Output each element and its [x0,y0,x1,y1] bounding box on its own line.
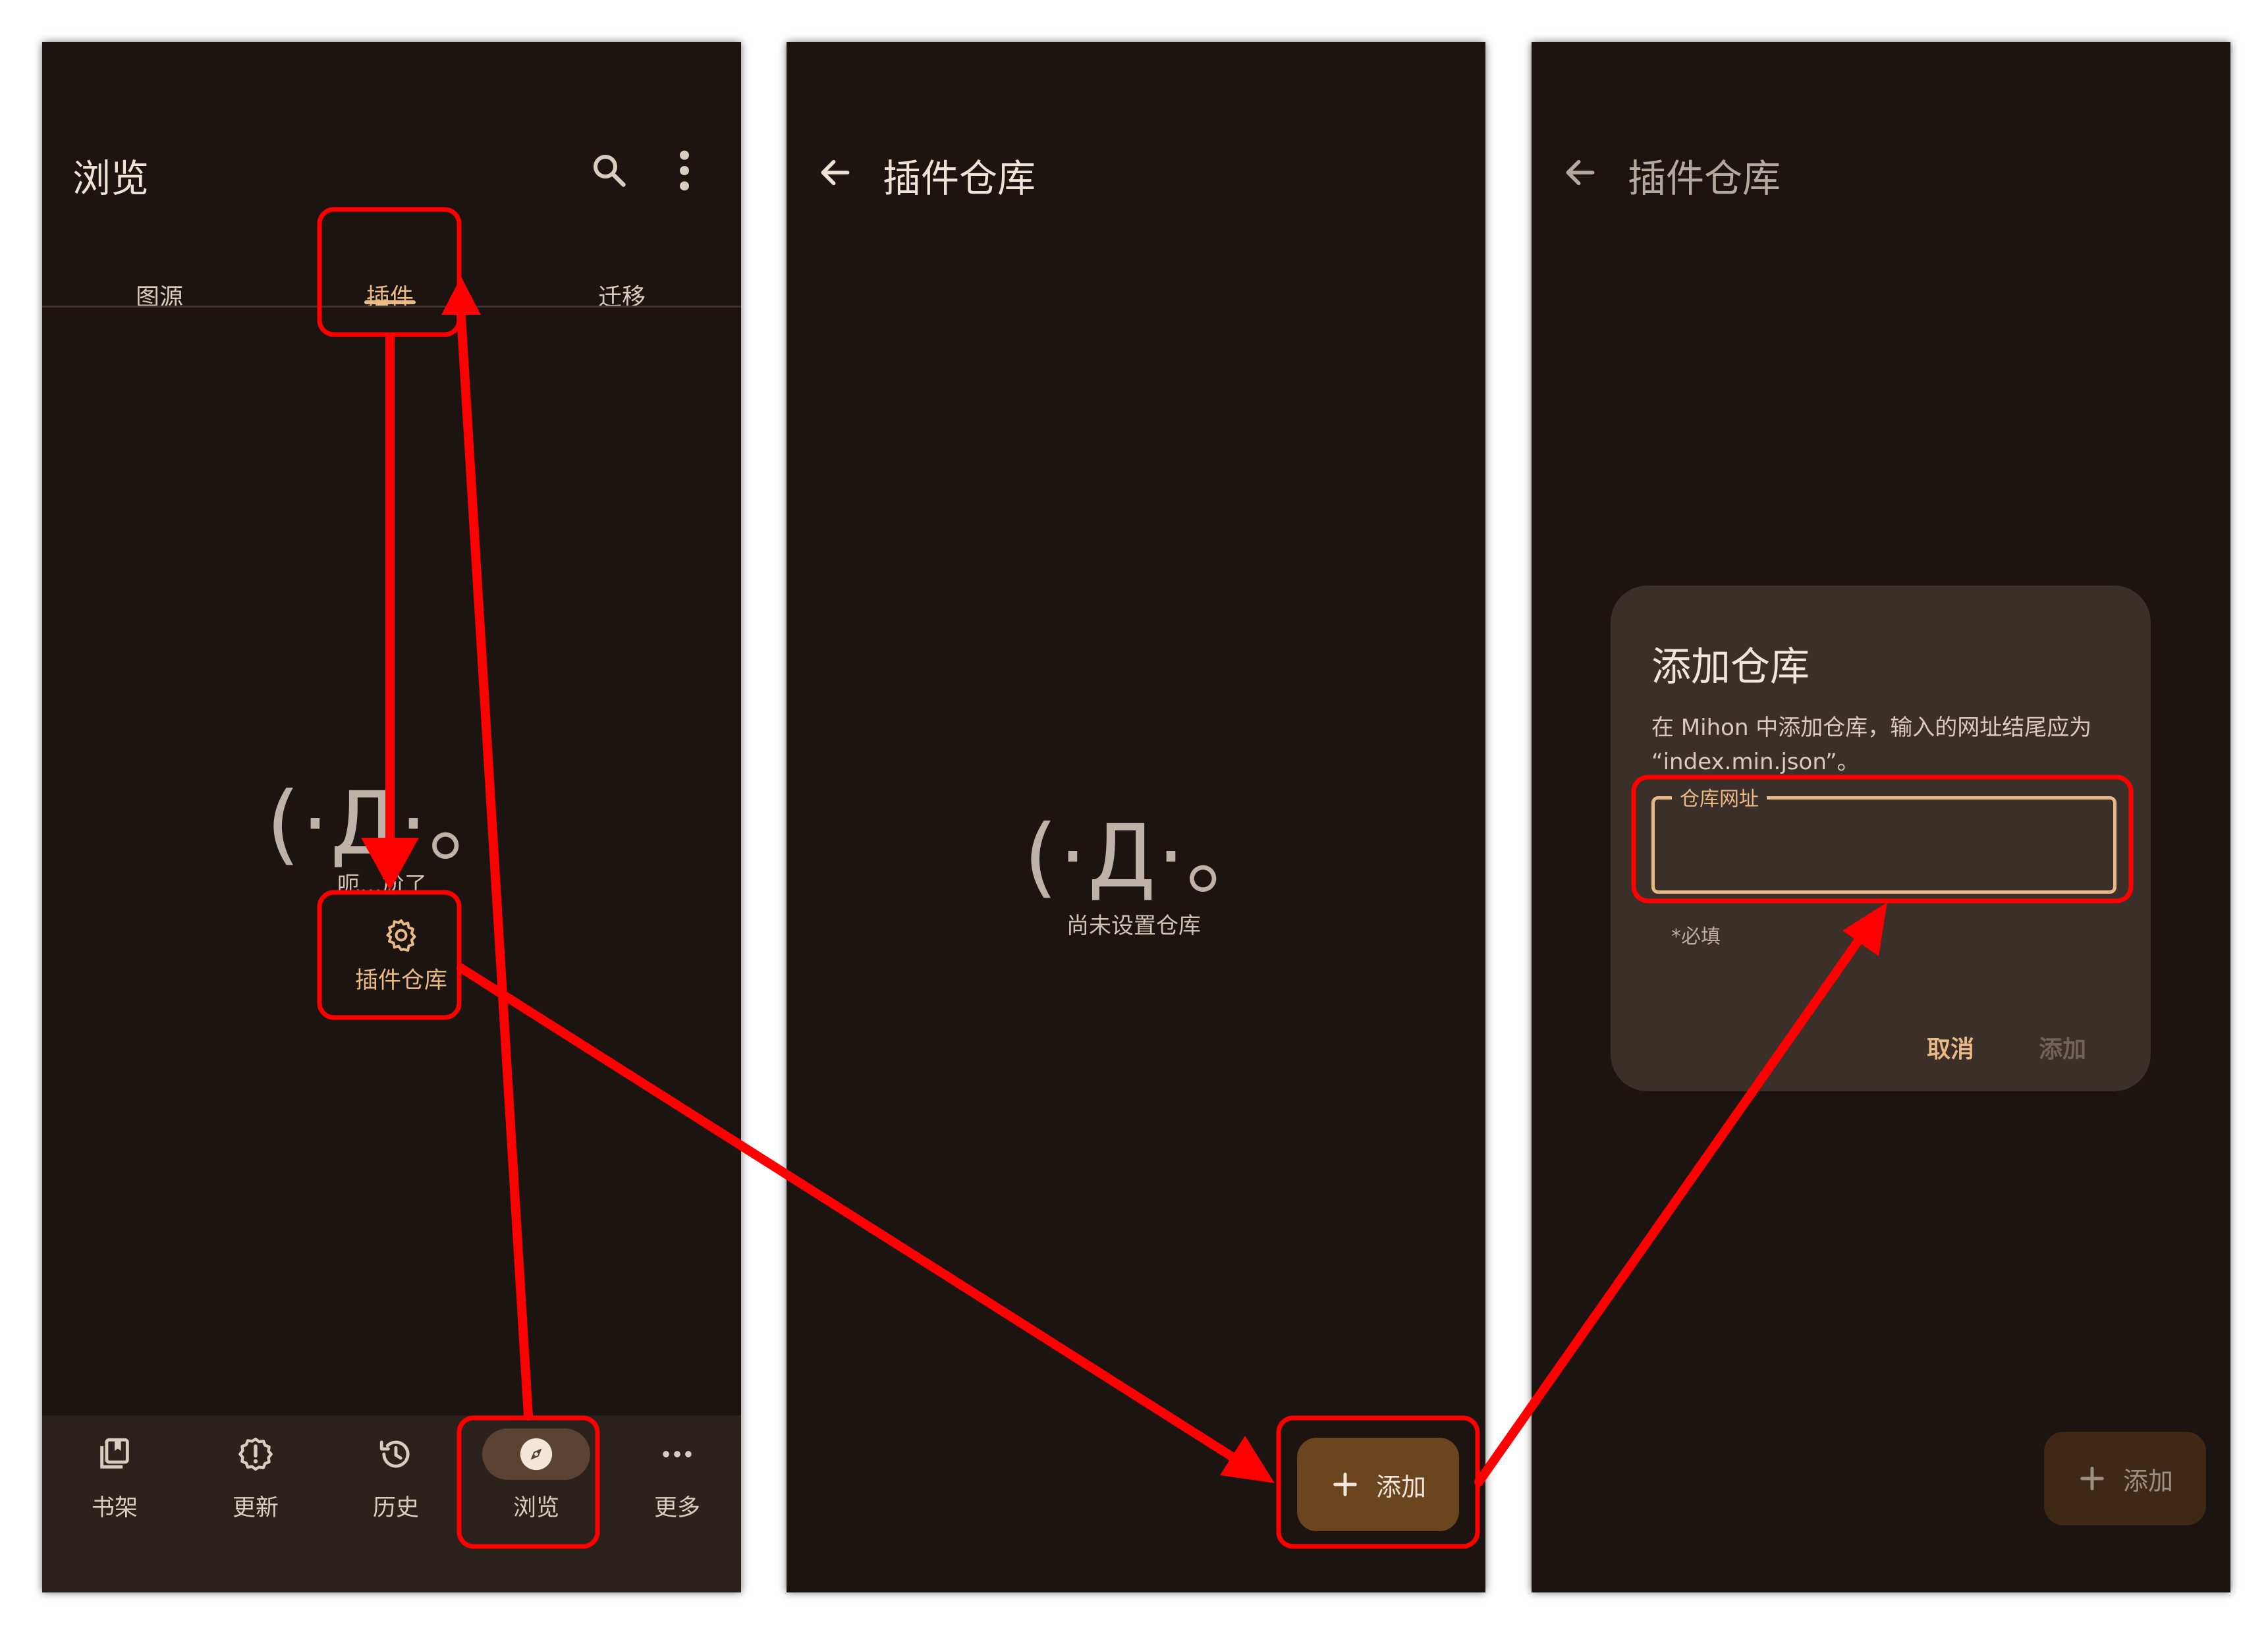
nav-updates-label: 更新 [232,1495,279,1521]
screen-extension-repos: 插件仓库 (·Д·。 尚未设置仓库 添加 [787,42,1485,1592]
cancel-button[interactable]: 取消 [1927,1030,1974,1064]
search-icon[interactable] [589,150,628,190]
add-repo-fab-label: 添加 [2122,1466,2173,1496]
nav-history-label: 历史 [372,1495,419,1521]
screen-browse: 浏览 图源 插件 迁移 (·Д·。 呃…尬了 插件仓库 书架 更新 历史 浏览 … [42,42,741,1592]
empty-message: 呃…尬了 [337,872,427,898]
nav-more-label: 更多 [653,1495,700,1521]
tab-divider [42,306,741,308]
add-repo-fab[interactable]: 添加 [1297,1438,1459,1531]
required-hint: *必填 [1671,925,1721,948]
nav-history[interactable]: 历史 [350,1428,442,1523]
more-vert-icon[interactable] [675,148,694,194]
repo-url-input[interactable] [1655,800,2113,890]
plus-icon [1333,1473,1357,1496]
nav-library-label: 书架 [91,1495,138,1521]
page-title: 插件仓库 [883,156,1036,201]
empty-message: 尚未设置仓库 [1066,913,1201,939]
empty-kaomoji: (·Д·。 [266,773,517,875]
nav-browse-label: 浏览 [512,1495,559,1521]
settings-icon [386,919,416,952]
updates-icon [238,1437,273,1471]
nav-updates[interactable]: 更新 [209,1428,302,1523]
repo-url-field[interactable]: 仓库网址 [1651,782,2116,894]
extension-repos-label: 插件仓库 [354,967,447,994]
confirm-add-button[interactable]: 添加 [2039,1030,2086,1064]
page-title: 插件仓库 [1628,156,1781,201]
history-icon [379,1440,410,1468]
nav-more[interactable]: 更多 [631,1428,723,1523]
extension-repos-button[interactable]: 插件仓库 [335,917,467,1016]
dialog-description: 在 Mihon 中添加仓库，输入的网址结尾应为 “index.min.json”… [1651,715,2092,775]
plus-icon [2080,1467,2104,1490]
compass-icon [520,1438,553,1471]
nav-browse[interactable]: 浏览 [482,1428,590,1523]
nav-library[interactable]: 书架 [69,1428,161,1523]
add-repo-dialog: 添加仓库 在 Mihon 中添加仓库，输入的网址结尾应为 “index.min.… [1611,585,2151,1091]
dialog-title: 添加仓库 [1651,644,1810,690]
more-horiz-icon [663,1451,692,1457]
add-repo-fab[interactable]: 添加 [2044,1432,2206,1525]
back-arrow-icon[interactable] [1562,154,1599,191]
screen-add-repo-dialog: 插件仓库 添加 添加仓库 在 Mihon 中添加仓库，输入的网址结尾应为 “in… [1532,42,2230,1592]
back-arrow-icon[interactable] [817,154,854,191]
tab-indicator [364,300,416,304]
library-icon [100,1438,129,1469]
page-title: 浏览 [72,156,150,201]
empty-kaomoji: (·Д·。 [1024,806,1275,908]
add-repo-fab-label: 添加 [1375,1472,1426,1502]
